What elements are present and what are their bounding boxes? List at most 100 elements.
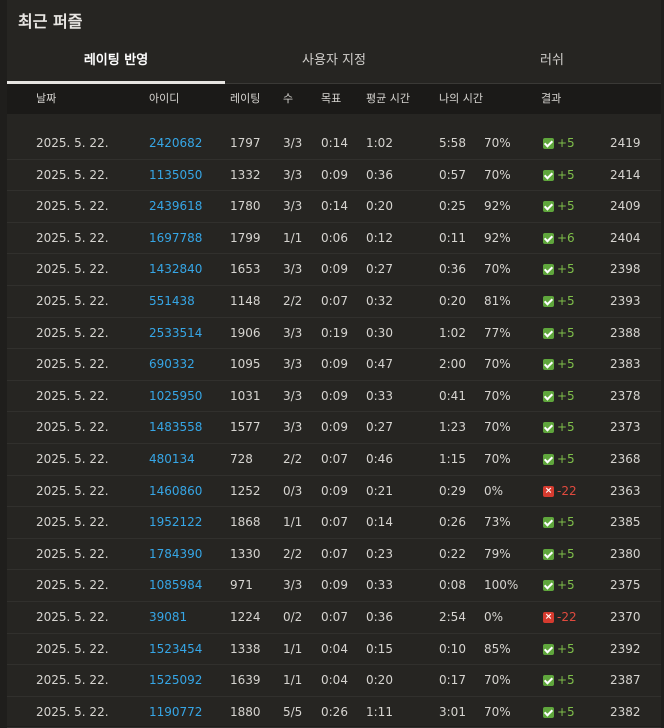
cell-date: 2025. 5. 22. — [36, 483, 109, 498]
cell-rating: 1639 — [230, 673, 261, 688]
cell-rating: 1780 — [230, 199, 261, 214]
cell-result: +5 — [543, 570, 575, 601]
cell-rating-after: 2373 — [610, 420, 641, 435]
table-row[interactable]: 2025. 5. 22. 1460860 1252 0/3 0:09 0:21 0:29 0%… — [7, 476, 661, 508]
page-title: 최근 퍼즐 — [18, 12, 83, 31]
table-row[interactable]: 2025. 5. 22. 1135050 1332 3/3 0:09 0:36 0:57 70… — [7, 160, 661, 192]
cell-goal: 0:07 — [321, 609, 348, 624]
cell-moves: 3/3 — [283, 420, 303, 435]
column-header-avg-time: 평균 시간 — [366, 92, 410, 105]
puzzle-id-link[interactable]: 1025950 — [149, 381, 202, 412]
rating-delta: +5 — [557, 262, 575, 277]
cell-moves: 3/3 — [283, 262, 303, 277]
cell-accuracy: 70% — [484, 673, 511, 688]
x-icon: × — [543, 485, 554, 497]
check-icon — [543, 201, 554, 213]
tab-custom[interactable]: 사용자 지정 — [225, 46, 443, 84]
table-row[interactable]: 2025. 5. 22. 480134 728 2/2 0:07 0:46 1:15 70% 2… — [7, 444, 661, 476]
cell-avg-time: 0:27 — [366, 420, 393, 435]
cell-result: +5 — [543, 286, 575, 317]
cell-result: +5 — [543, 160, 575, 191]
table-row[interactable]: 2025. 5. 22. 2533514 1906 3/3 0:19 0:30 1:02 77… — [7, 318, 661, 350]
cell-goal: 0:07 — [321, 293, 348, 308]
cell-moves: 1/1 — [283, 641, 303, 656]
cell-my-time: 0:11 — [439, 230, 466, 245]
cell-date: 2025. 5. 22. — [36, 167, 109, 182]
table-row[interactable]: 2025. 5. 22. 1085984 971 3/3 0:09 0:33 0:08 100… — [7, 570, 661, 602]
check-icon — [543, 359, 554, 371]
cell-my-time: 0:29 — [439, 483, 466, 498]
puzzle-id-link[interactable]: 1135050 — [149, 160, 202, 191]
table-row[interactable]: 2025. 5. 22. 2439618 1780 3/3 0:14 0:20 0:25 92… — [7, 191, 661, 223]
tab-rated[interactable]: 레이팅 반영 — [7, 46, 225, 84]
table-row[interactable]: 2025. 5. 22. 1190772 1880 5/5 0:26 1:11 3:01 70… — [7, 697, 661, 728]
column-header-goal: 목표 — [321, 92, 342, 105]
check-icon — [543, 643, 554, 655]
check-icon — [543, 264, 554, 276]
cell-avg-time: 0:14 — [366, 515, 393, 530]
cell-rating-after: 2393 — [610, 293, 641, 308]
cell-accuracy: 81% — [484, 293, 511, 308]
rating-delta: +5 — [557, 641, 575, 656]
cell-date: 2025. 5. 22. — [36, 578, 109, 593]
puzzle-id-link[interactable]: 1523454 — [149, 634, 202, 665]
cell-date: 2025. 5. 22. — [36, 293, 109, 308]
puzzle-id-link[interactable]: 551438 — [149, 286, 195, 317]
table-row[interactable]: 2025. 5. 22. 1432840 1653 3/3 0:09 0:27 0:36 70… — [7, 254, 661, 286]
cell-date: 2025. 5. 22. — [36, 230, 109, 245]
cell-avg-time: 0:36 — [366, 609, 393, 624]
cell-avg-time: 1:02 — [366, 136, 393, 150]
table-row[interactable]: 2025. 5. 22. 1697788 1799 1/1 0:06 0:12 0:11 92… — [7, 223, 661, 255]
cell-avg-time: 0:15 — [366, 641, 393, 656]
rating-delta: +5 — [557, 388, 575, 403]
puzzle-id-link[interactable]: 39081 — [149, 602, 187, 633]
rating-delta: +5 — [557, 357, 575, 372]
puzzle-id-link[interactable]: 1784390 — [149, 539, 202, 570]
puzzle-id-link[interactable]: 1525092 — [149, 665, 202, 696]
rating-delta: +5 — [557, 293, 575, 308]
cell-date: 2025. 5. 22. — [36, 546, 109, 561]
puzzle-id-link[interactable]: 480134 — [149, 444, 195, 475]
puzzle-id-link[interactable]: 1432840 — [149, 254, 202, 285]
puzzle-id-link[interactable]: 1085984 — [149, 570, 202, 601]
puzzle-id-link[interactable]: 1483558 — [149, 412, 202, 443]
tab-rush[interactable]: 러쉬 — [443, 46, 661, 84]
puzzle-id-link[interactable]: 1952122 — [149, 507, 202, 538]
cell-result: +5 — [543, 634, 575, 665]
table-row[interactable]: 2025. 5. 22. 39081 1224 0/2 0:07 0:36 2:54 0% 23… — [7, 602, 661, 634]
cell-my-time: 0:26 — [439, 515, 466, 530]
table-row[interactable]: 2025. 5. 22. 1523454 1338 1/1 0:04 0:15 0:10 85… — [7, 634, 661, 666]
table-row[interactable]: 2025. 5. 22. 690332 1095 3/3 0:09 0:47 2:00 70%… — [7, 349, 661, 381]
cell-goal: 0:09 — [321, 578, 348, 593]
table-row[interactable]: 2025. 5. 22. 1525092 1639 1/1 0:04 0:20 0:17 70… — [7, 665, 661, 697]
cell-my-time: 0:22 — [439, 546, 466, 561]
table-row[interactable]: 2025. 5. 22. 1025950 1031 3/3 0:09 0:33 0:41 70… — [7, 381, 661, 413]
table-row[interactable]: 2025. 5. 22. 1483558 1577 3/3 0:09 0:27 1:23 70… — [7, 412, 661, 444]
cell-my-time: 0:57 — [439, 167, 466, 182]
cell-avg-time: 0:20 — [366, 673, 393, 688]
cell-result: +5 — [543, 381, 575, 412]
cell-date: 2025. 5. 22. — [36, 609, 109, 624]
table-row[interactable]: 2025. 5. 22. 2420682 1797 3/3 0:14 1:02 5:58 70… — [7, 128, 661, 160]
cell-goal: 0:07 — [321, 515, 348, 530]
puzzle-id-link[interactable]: 1460860 — [149, 476, 202, 507]
cell-goal: 0:09 — [321, 420, 348, 435]
cell-date: 2025. 5. 22. — [36, 420, 109, 435]
table-row[interactable]: 2025. 5. 22. 1784390 1330 2/2 0:07 0:23 0:22 79… — [7, 539, 661, 571]
cell-accuracy: 0% — [484, 483, 504, 498]
column-header-date: 날짜 — [36, 92, 57, 105]
cell-rating-after: 2387 — [610, 673, 641, 688]
cell-moves: 2/2 — [283, 546, 303, 561]
puzzle-id-link[interactable]: 2420682 — [149, 128, 202, 159]
puzzle-id-link[interactable]: 2439618 — [149, 191, 202, 222]
table-row[interactable]: 2025. 5. 22. 551438 1148 2/2 0:07 0:32 0:20 81%… — [7, 286, 661, 318]
puzzle-id-link[interactable]: 2533514 — [149, 318, 202, 349]
column-header-my-time: 나의 시간 — [439, 92, 483, 105]
puzzle-id-link[interactable]: 1190772 — [149, 697, 202, 728]
cell-rating-after: 2398 — [610, 262, 641, 277]
puzzle-id-link[interactable]: 690332 — [149, 349, 195, 380]
cell-accuracy: 70% — [484, 262, 511, 277]
cell-moves: 1/1 — [283, 515, 303, 530]
puzzle-id-link[interactable]: 1697788 — [149, 223, 202, 254]
table-row[interactable]: 2025. 5. 22. 1952122 1868 1/1 0:07 0:14 0:26 73… — [7, 507, 661, 539]
